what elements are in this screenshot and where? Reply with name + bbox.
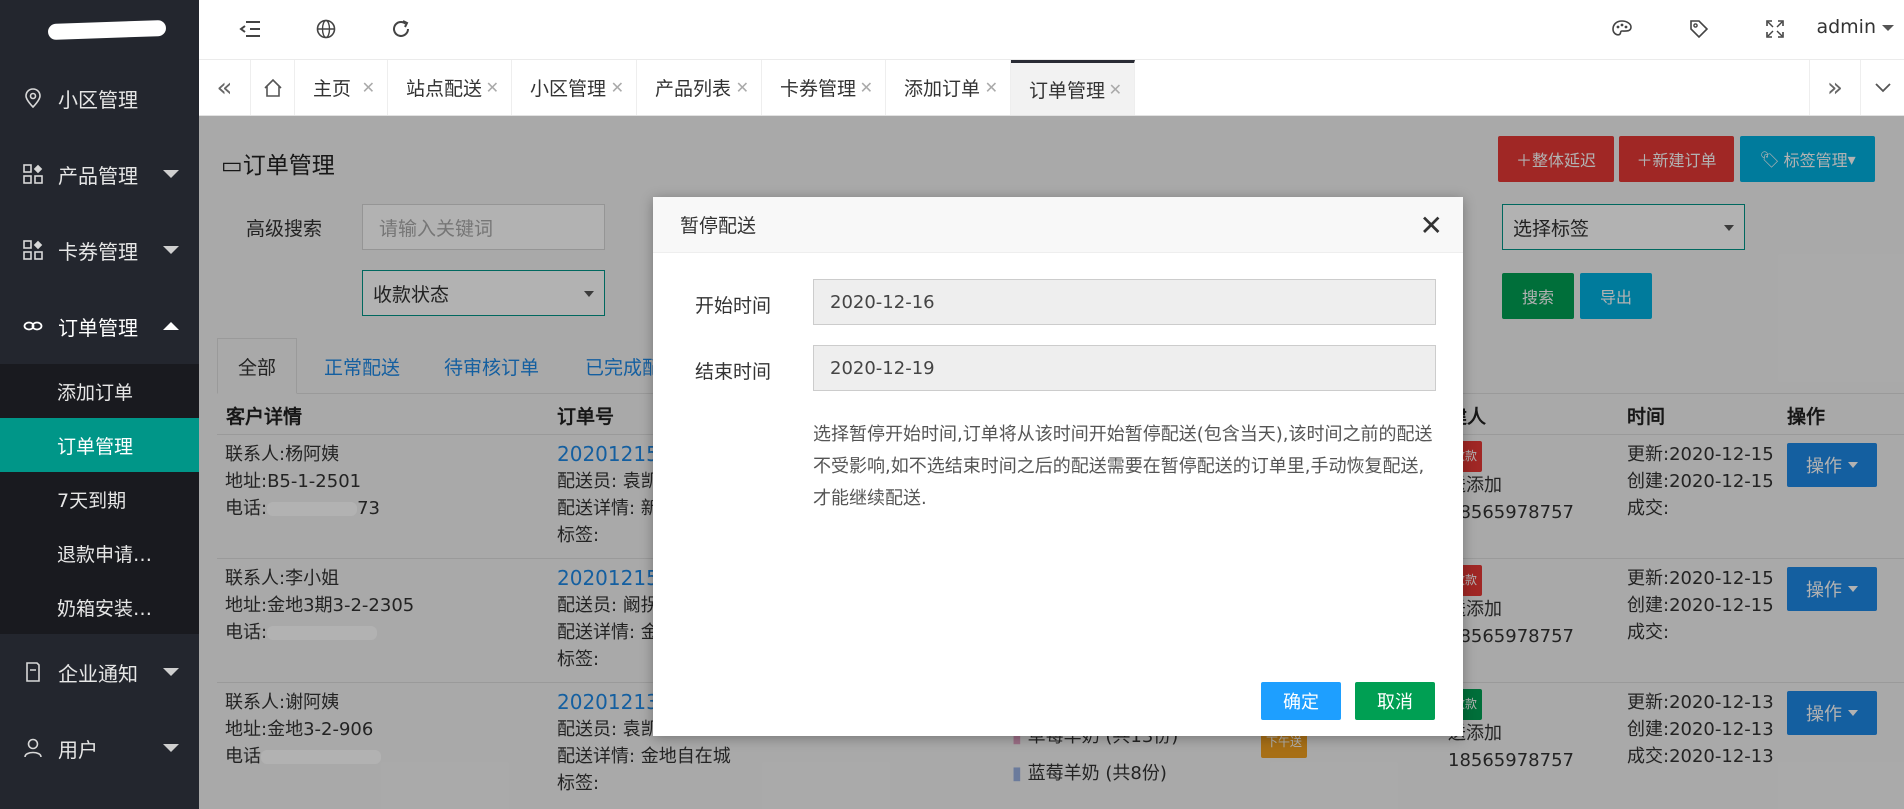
confirm-button[interactable]: 确定 xyxy=(1261,682,1341,720)
dialog-title: 暂停配送 xyxy=(680,215,757,237)
chevron-down-icon xyxy=(163,668,179,676)
tabs-scroll-right-icon[interactable]: » xyxy=(1809,60,1861,115)
tab-label: 产品列表 xyxy=(655,78,732,100)
sidebar-item-label: 卡券管理 xyxy=(58,239,138,264)
close-icon[interactable]: ✕ xyxy=(611,78,624,97)
tab-community[interactable]: 小区管理 ✕ xyxy=(512,60,637,115)
grid-icon xyxy=(22,239,44,261)
close-icon[interactable]: ✕ xyxy=(486,78,499,97)
sidebar-item-label: 企业通知 xyxy=(58,661,138,686)
sidebar-item-label: 小区管理 xyxy=(58,87,138,112)
user-menu[interactable]: admin xyxy=(1816,16,1894,38)
tabs-bar: « 主页 ✕ 站点配送 ✕ 小区管理 ✕ 产品列表 ✕ 卡券管理 ✕ 添加订单 ✕ 订单管理… xyxy=(199,60,1904,116)
tab-label: 添加订单 xyxy=(904,78,981,100)
dialog-header: 暂停配送 ✕ xyxy=(653,197,1463,253)
pause-delivery-dialog: 暂停配送 ✕ 开始时间 2020-12-16 结束时间 2020-12-19 选… xyxy=(653,197,1463,736)
subnav-order-management[interactable]: 订单管理 xyxy=(0,418,199,472)
redacted-logo xyxy=(47,19,167,41)
sidebar-item-label: 用户 xyxy=(58,737,98,762)
sidebar-item-products[interactable]: 产品管理 xyxy=(0,136,199,212)
home-icon[interactable] xyxy=(251,60,295,115)
start-time-input[interactable]: 2020-12-16 xyxy=(813,279,1436,325)
subnav-refund-requests[interactable]: 退款申请… xyxy=(0,526,199,580)
chevron-down-icon xyxy=(163,744,179,752)
tab-add-order[interactable]: 添加订单 ✕ xyxy=(886,60,1011,115)
sidebar-item-community[interactable]: 小区管理 xyxy=(0,60,199,136)
close-icon[interactable]: ✕ xyxy=(860,78,873,97)
logo[interactable] xyxy=(0,0,199,60)
chevron-up-icon xyxy=(163,322,179,330)
globe-icon[interactable] xyxy=(311,14,341,44)
subnav-milkbox-install[interactable]: 奶箱安装… xyxy=(0,580,199,634)
sidebar-item-label: 产品管理 xyxy=(58,163,138,188)
end-time-input[interactable]: 2020-12-19 xyxy=(813,345,1436,391)
close-icon[interactable]: ✕ xyxy=(736,78,749,97)
tab-label: 小区管理 xyxy=(530,78,607,100)
subnav-7-days-expiry[interactable]: 7天到期 xyxy=(0,472,199,526)
input-value: 2020-12-16 xyxy=(830,291,935,313)
sidebar-item-notices[interactable]: 企业通知 xyxy=(0,634,199,710)
sidebar-item-users[interactable]: 用户 xyxy=(0,710,199,786)
location-icon xyxy=(22,87,44,109)
close-icon[interactable]: ✕ xyxy=(985,78,998,97)
tab-home[interactable]: 主页 ✕ xyxy=(295,60,388,115)
end-time-label: 结束时间 xyxy=(695,361,772,383)
cancel-button[interactable]: 取消 xyxy=(1355,682,1435,720)
orders-subnav: 添加订单 订单管理 7天到期 退款申请… 奶箱安装… xyxy=(0,364,199,634)
sidebar-item-label: 订单管理 xyxy=(58,315,138,340)
refresh-icon[interactable] xyxy=(386,14,416,44)
tab-station-delivery[interactable]: 站点配送 ✕ xyxy=(388,60,512,115)
subnav-add-order[interactable]: 添加订单 xyxy=(0,364,199,418)
close-icon[interactable]: ✕ xyxy=(362,78,375,97)
tab-label: 站点配送 xyxy=(406,78,483,100)
tab-label: 卡券管理 xyxy=(780,78,857,100)
sidebar-item-orders[interactable]: 订单管理 xyxy=(0,288,199,364)
close-icon[interactable]: ✕ xyxy=(1420,209,1443,242)
tag-icon[interactable] xyxy=(1684,14,1714,44)
top-header: admin xyxy=(199,0,1904,60)
tabs-scroll-left-icon[interactable]: « xyxy=(199,60,251,115)
grid-icon xyxy=(22,163,44,185)
sidebar: 小区管理 产品管理 卡券管理 订单管理 添加订单 订单管理 7天到期 退款申请…… xyxy=(0,0,199,809)
tab-label: 主页 xyxy=(313,78,352,100)
input-value: 2020-12-19 xyxy=(830,357,935,379)
link-icon xyxy=(22,315,44,337)
sidebar-item-coupons[interactable]: 卡券管理 xyxy=(0,212,199,288)
tab-coupons[interactable]: 卡券管理 ✕ xyxy=(762,60,886,115)
user-icon xyxy=(22,737,44,759)
start-time-label: 开始时间 xyxy=(695,295,772,317)
theme-icon[interactable] xyxy=(1607,14,1637,44)
notice-icon xyxy=(22,661,44,683)
close-icon[interactable]: ✕ xyxy=(1109,80,1122,99)
chevron-down-icon xyxy=(163,246,179,254)
tab-product-list[interactable]: 产品列表 ✕ xyxy=(637,60,762,115)
button-label: 取消 xyxy=(1377,692,1413,713)
pause-tip-text: 选择暂停开始时间,订单将从该时间开始暂停配送(包含当天),该时间之前的配送不受影… xyxy=(813,424,1433,509)
button-label: 确定 xyxy=(1283,692,1319,713)
chevron-down-icon[interactable] xyxy=(1861,60,1904,115)
tab-order-management[interactable]: 订单管理 ✕ xyxy=(1011,60,1135,115)
chevron-down-icon xyxy=(163,170,179,178)
username: admin xyxy=(1816,16,1876,38)
fullscreen-icon[interactable] xyxy=(1760,14,1790,44)
menu-collapse-icon[interactable] xyxy=(235,14,265,44)
tab-label: 订单管理 xyxy=(1029,79,1106,102)
